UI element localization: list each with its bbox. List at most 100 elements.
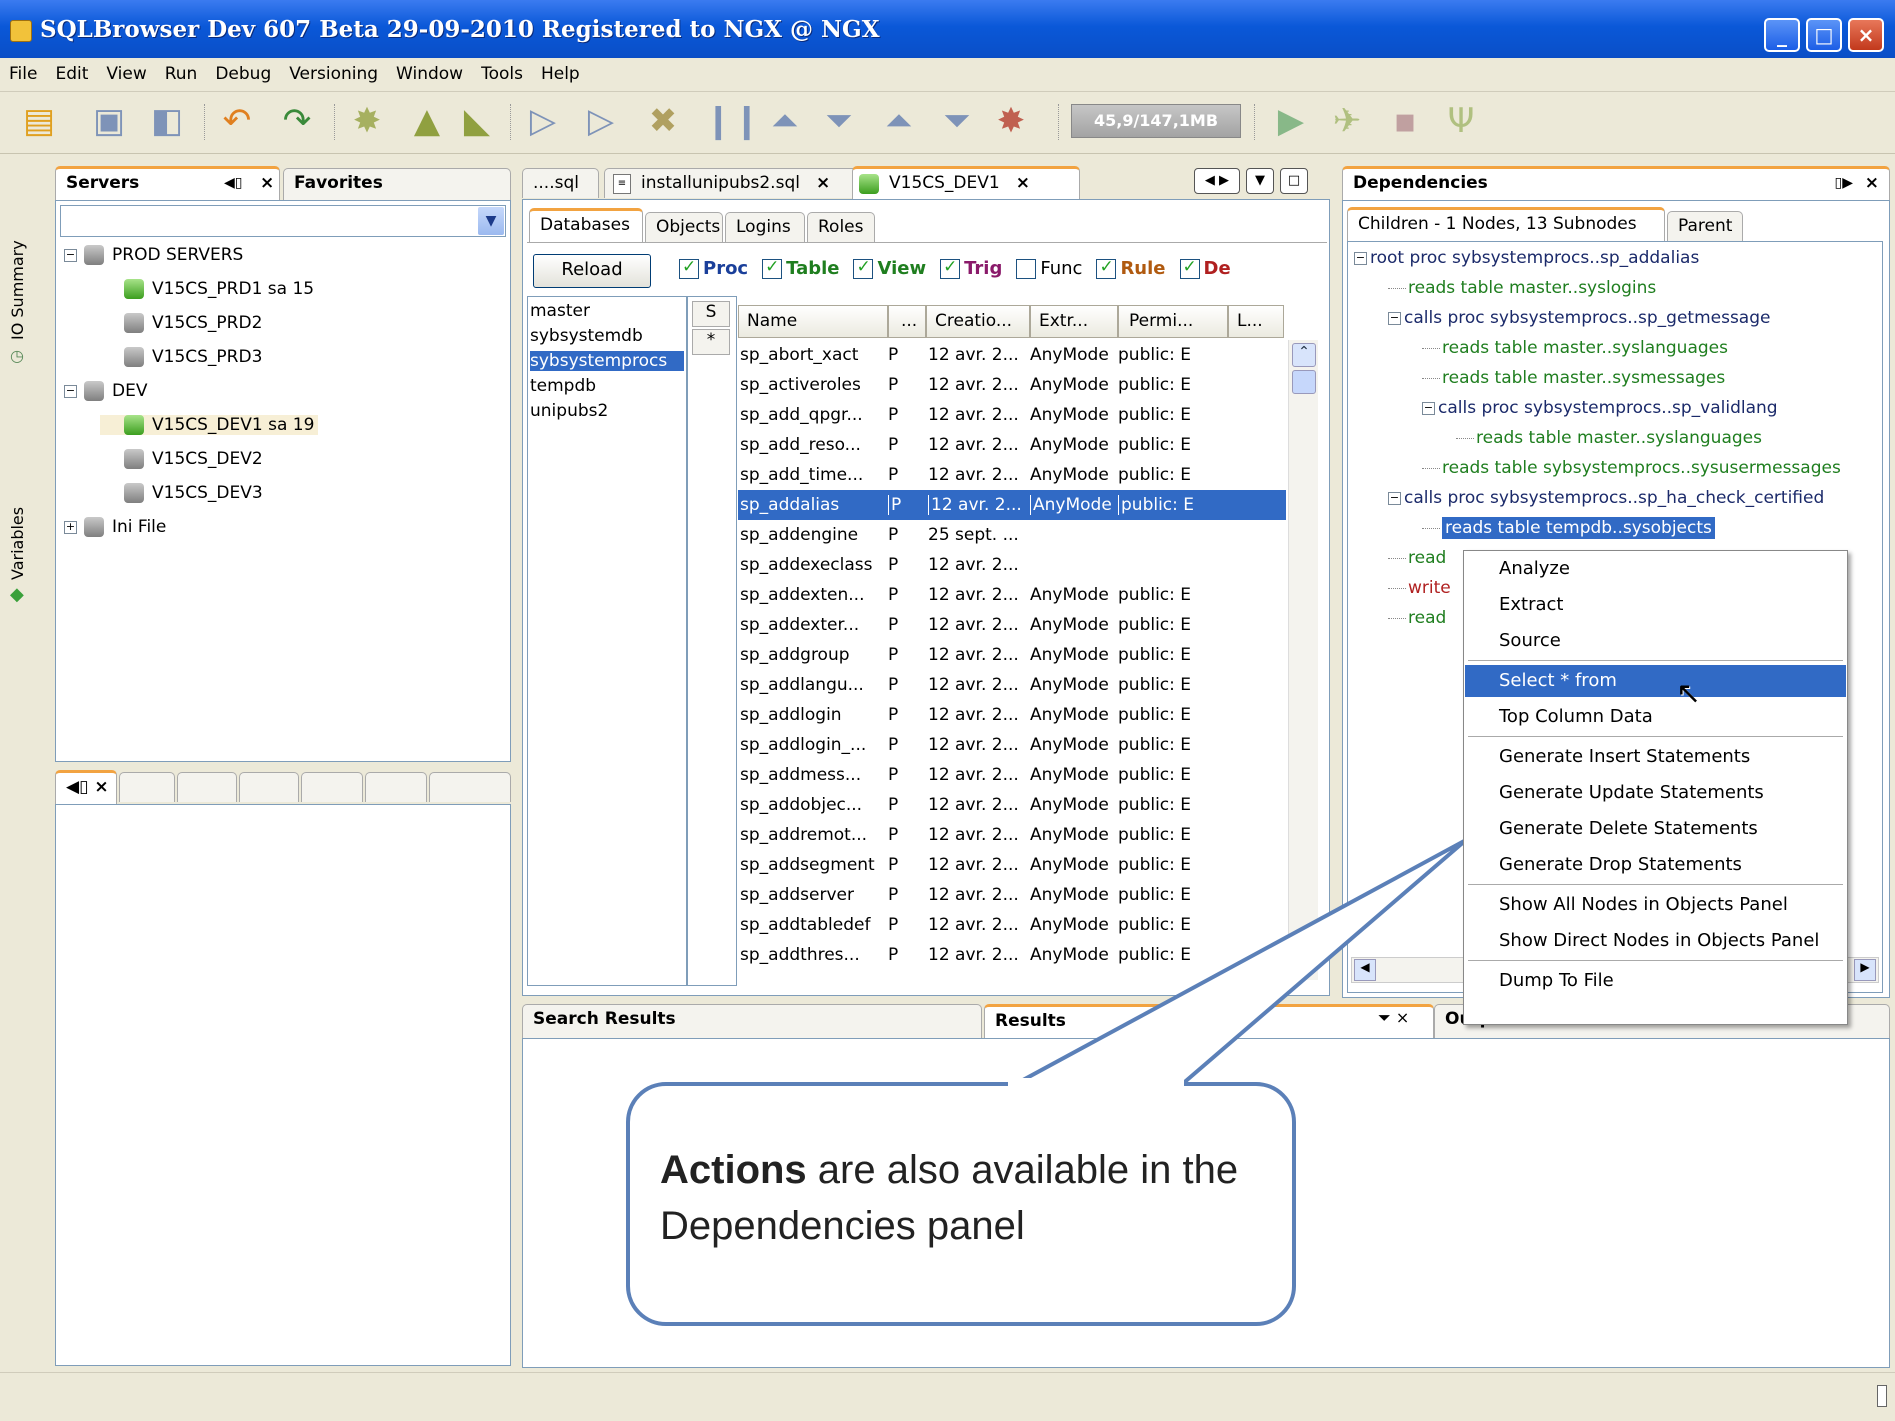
maximize-button[interactable]: □ [1806,18,1842,52]
tab-5[interactable] [301,772,363,802]
filter-rule[interactable]: Rule [1096,258,1166,279]
table-row[interactable]: sp_addlogin P 12 avr. 2... AnyMode public: E [738,700,1286,730]
tree-expander-icon[interactable]: − [1388,491,1401,505]
pause-icon[interactable]: ❙❙ [704,100,761,142]
close-tab-icon[interactable]: × [1865,173,1879,193]
tree-icon[interactable]: Ψ [1440,100,1482,142]
server-tree-item[interactable]: V15CS_DEV1 sa 19 [100,415,319,435]
debug-icon[interactable]: ✈ [1326,100,1368,142]
col-name[interactable]: Name [738,305,888,338]
tab-2[interactable] [119,772,175,802]
table-row[interactable]: sp_addexter... P 12 avr. 2... AnyMode public… [738,610,1286,640]
tree-expander-icon[interactable]: − [1422,401,1435,415]
pin-icon[interactable]: ◀▯ [224,175,242,191]
tab-scroll-arrows[interactable]: ◀ ▶ [1194,168,1240,194]
filter-de[interactable]: De [1179,258,1231,279]
server-tree-item[interactable]: V15CS_PRD3 [100,347,262,367]
tab-dependencies[interactable]: Dependencies ▯▶ × [1342,166,1890,200]
tree-expander-icon[interactable]: + [64,520,77,534]
menu-item-top-column-data[interactable]: Top Column Data [1465,701,1846,733]
menu-item-generate-delete-statements[interactable]: Generate Delete Statements [1465,813,1846,845]
menu-item-show-direct-nodes-in-objects-panel[interactable]: Show Direct Nodes in Objects Panel [1465,925,1846,957]
dependency-node[interactable]: reads table master..syslanguages [1422,338,1728,358]
table-row[interactable]: sp_addremot... P 12 avr. 2... AnyMode public… [738,820,1286,850]
menu-item-show-all-nodes-in-objects-panel[interactable]: Show All Nodes in Objects Panel [1465,889,1846,921]
table-row[interactable]: sp_addengine P 25 sept. ... [738,520,1286,550]
menu-window[interactable]: Window [387,58,472,90]
checkbox-icon[interactable] [1096,258,1117,279]
tree-expander-icon[interactable]: − [64,248,77,262]
down2-icon[interactable]: ⏷ [936,100,978,142]
table-row[interactable]: sp_addmess... P 12 avr. 2... AnyMode public:… [738,760,1286,790]
menu-versioning[interactable]: Versioning [280,58,387,90]
tab-collapsed[interactable]: ◀▯ × [55,770,117,804]
build-icon[interactable]: ✸ [346,100,388,142]
dependency-node[interactable]: − calls proc sybsystemprocs..sp_ha_check_… [1388,488,1824,508]
chevron-down-icon[interactable]: ▼ [478,207,504,235]
col-permissions[interactable]: Permi... [1118,305,1228,338]
menu-item-extract[interactable]: Extract [1465,589,1846,621]
halt-icon[interactable]: ▪ [1384,100,1426,142]
menu-item-generate-insert-statements[interactable]: Generate Insert Statements [1465,741,1846,773]
table-row[interactable]: sp_addthres... P 12 avr. 2... AnyMode public… [738,940,1286,970]
pin-icon[interactable]: ▯▶ [1835,175,1853,191]
memory-indicator[interactable]: 45,9/147,1MB [1071,104,1241,138]
tab-sql-file[interactable]: ....sql [522,168,599,198]
database-item[interactable]: master [530,301,590,321]
server-tree-item[interactable]: + Ini File [64,517,166,537]
server-tree-item[interactable]: V15CS_DEV3 [100,483,263,503]
dropdown-icon[interactable]: ⏷ [1378,1008,1391,1027]
filter-trig[interactable]: Trig [940,258,1002,279]
server-filter-dropdown[interactable]: ▼ [60,205,506,237]
dependency-node[interactable]: reads table master..sysmessages [1422,368,1725,388]
menu-tools[interactable]: Tools [472,58,532,90]
dependency-node[interactable]: read [1388,548,1446,568]
reload-button[interactable]: Reload [533,254,651,288]
table-row[interactable]: sp_add_reso... P 12 avr. 2... AnyMode public… [738,430,1286,460]
tree-expander-icon[interactable]: − [1354,251,1367,265]
undo-icon[interactable]: ↶ [216,100,258,142]
server-tree-item[interactable]: V15CS_DEV2 [100,449,263,469]
tab-results[interactable]: Results [984,1004,1434,1038]
close-tab-icon[interactable]: × [1016,173,1030,193]
dependency-node[interactable]: reads table sybsystemprocs..sysusermessa… [1422,458,1841,478]
scroll-right-icon[interactable]: ▶ [1854,959,1876,981]
schema-all[interactable]: * [692,329,730,355]
checkbox-icon[interactable] [762,258,783,279]
table-row[interactable]: sp_addexeclass P 12 avr. 2... [738,550,1286,580]
dependency-node[interactable]: reads table master..syslanguages [1456,428,1762,448]
dependency-node[interactable]: read [1388,608,1446,628]
save-icon[interactable]: ▣ [88,100,130,142]
up-icon[interactable]: ⏶ [764,100,806,142]
table-row[interactable]: sp_add_time... P 12 avr. 2... AnyMode public… [738,460,1286,490]
close-tab-icon[interactable]: × [1396,1008,1409,1027]
scroll-thumb[interactable] [1292,370,1316,394]
table-row[interactable]: sp_activeroles P 12 avr. 2... AnyMode public… [738,370,1286,400]
play-icon[interactable]: ▶ [1270,100,1312,142]
menu-edit[interactable]: Edit [46,58,97,90]
dependency-node[interactable]: reads table tempdb..sysobjects [1422,517,1715,539]
subtab-roles[interactable]: Roles [807,212,875,242]
run-icon[interactable]: ◣ [456,100,498,142]
close-tab-icon[interactable]: × [816,173,830,193]
clear-icon[interactable]: ✸ [990,100,1032,142]
table-row[interactable]: sp_addserver P 12 avr. 2... AnyMode public: … [738,880,1286,910]
table-row[interactable]: sp_addalias P 12 avr. 2... AnyMode public: E [738,490,1286,520]
table-row[interactable]: sp_add_qpgr... P 12 avr. 2... AnyMode public… [738,400,1286,430]
filter-table[interactable]: Table [762,258,839,279]
table-row[interactable]: sp_addsegment P 12 avr. 2... AnyMode public:… [738,850,1286,880]
save-all-icon[interactable]: ◧ [146,100,188,142]
database-item[interactable]: tempdb [530,376,596,396]
tab-7[interactable] [429,772,511,802]
col-l[interactable]: L... [1228,305,1284,338]
filter-func[interactable]: Func [1016,258,1082,279]
checkbox-icon[interactable] [1179,258,1200,279]
deploy-icon[interactable]: ▲ [406,100,448,142]
menu-item-select-from[interactable]: Select * from [1465,665,1846,697]
tab-parent[interactable]: Parent [1667,211,1743,241]
menu-item-source[interactable]: Source [1465,625,1846,657]
dependency-node[interactable]: − root proc sybsystemprocs..sp_addalias [1354,248,1699,268]
tab-search-results[interactable]: Search Results [522,1004,982,1038]
grid-scrollbar[interactable]: ⌃ [1288,340,1318,980]
dependency-node[interactable]: reads table master..syslogins [1388,278,1656,298]
